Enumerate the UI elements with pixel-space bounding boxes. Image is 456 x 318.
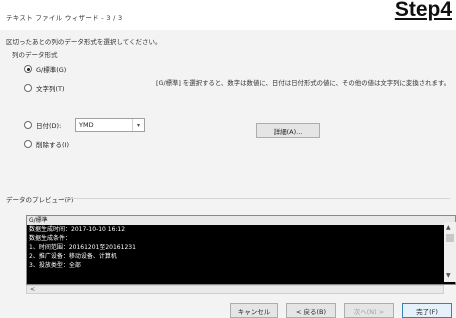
advanced-button[interactable]: 詳細(A)... bbox=[256, 123, 320, 138]
next-button[interactable]: 次へ(N) > bbox=[344, 303, 394, 318]
preview-row: 数据生成条件： bbox=[29, 235, 72, 242]
column-format-group-title: 列のデータ形式 bbox=[12, 51, 58, 59]
preview-content: 数据生成时间：2017-10-10 16:12 数据生成条件： 1、时间范围：2… bbox=[27, 225, 455, 270]
title-bar: テキスト ファイル ウィザード - 3 / 3 Step4 bbox=[0, 0, 456, 30]
preview-row: 2、推广设备：移动设备、计算机 bbox=[29, 253, 117, 260]
preview-row: 数据生成时间：2017-10-10 16:12 bbox=[29, 226, 126, 233]
data-preview-pane[interactable]: G/標準 数据生成时间：2017-10-10 16:12 数据生成条件： 1、时… bbox=[26, 215, 456, 285]
radio-date-circle[interactable] bbox=[24, 121, 32, 129]
preview-divider bbox=[62, 198, 450, 199]
format-description: [G/標準] を選択すると、数字は数値に、日付は日付形式の値に、その他の値は文字… bbox=[156, 79, 451, 87]
preview-title: データのプレビュー(P) bbox=[6, 196, 74, 204]
back-button[interactable]: < 戻る(B) bbox=[286, 303, 336, 318]
radio-general-circle[interactable] bbox=[24, 65, 32, 73]
preview-column-header[interactable]: G/標準 bbox=[27, 216, 455, 225]
radio-general-label: G/標準(G) bbox=[36, 66, 67, 74]
step-label: Step4 bbox=[394, 0, 452, 21]
cancel-button[interactable]: キャンセル bbox=[230, 303, 278, 318]
radio-skip-circle[interactable] bbox=[24, 140, 32, 148]
chevron-down-icon[interactable]: ▾ bbox=[132, 119, 144, 131]
radio-text-label: 文字列(T) bbox=[36, 85, 65, 93]
radio-skip[interactable]: 削除する(I) bbox=[24, 138, 69, 150]
scroll-thumb[interactable] bbox=[446, 234, 454, 242]
preview-vertical-scrollbar[interactable]: ▲ ▼ bbox=[444, 222, 456, 282]
date-format-value: YMD bbox=[79, 121, 94, 129]
scroll-up-icon[interactable]: ▲ bbox=[446, 224, 451, 231]
radio-date[interactable]: 日付(D): bbox=[24, 119, 61, 131]
scroll-down-icon[interactable]: ▼ bbox=[446, 272, 451, 279]
radio-text[interactable]: 文字列(T) bbox=[24, 82, 65, 94]
preview-row: 1、时间范围：20161201至20161231 bbox=[29, 244, 136, 251]
scroll-left-icon[interactable]: < bbox=[30, 286, 35, 294]
radio-skip-label: 削除する(I) bbox=[36, 141, 69, 149]
date-format-select[interactable]: YMD ▾ bbox=[75, 118, 145, 132]
window-title: テキスト ファイル ウィザード - 3 / 3 bbox=[6, 14, 123, 22]
finish-button[interactable]: 完了(F) bbox=[402, 303, 452, 318]
text-import-wizard-dialog: テキスト ファイル ウィザード - 3 / 3 Step4 区切ったあとの列のデ… bbox=[0, 0, 456, 318]
preview-row: 3、投放类型：全部 bbox=[29, 262, 81, 269]
instruction-text: 区切ったあとの列のデータ形式を選択してください。 bbox=[6, 38, 162, 46]
radio-date-label: 日付(D): bbox=[36, 122, 62, 130]
radio-general[interactable]: G/標準(G) bbox=[24, 63, 66, 75]
radio-text-circle[interactable] bbox=[24, 84, 32, 92]
preview-horizontal-scrollbar[interactable]: < bbox=[26, 285, 444, 294]
